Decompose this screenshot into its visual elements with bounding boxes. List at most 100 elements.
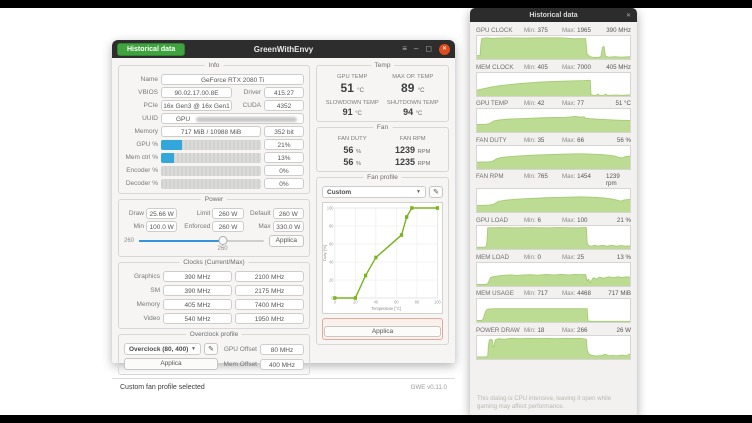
- history-min: Min: 0: [524, 254, 562, 261]
- minimize-icon[interactable]: –: [414, 45, 418, 53]
- power-slider-handle[interactable]: [218, 236, 227, 245]
- desktop: Historical data GreenWithEnvy ≡ – ◻ ✕ In…: [0, 0, 752, 423]
- fan-rpm-label: FAN RPM: [383, 136, 444, 142]
- max-op-temp-value: 89: [401, 81, 414, 95]
- edit-overclock-profile-icon[interactable]: ✎: [204, 343, 218, 355]
- fan-profile-dropdown[interactable]: Custom ▼: [322, 186, 426, 198]
- power-draw-value: 25.66 W: [146, 208, 177, 219]
- clock-memory-max: 7400 MHz: [235, 299, 304, 310]
- history-sparkline: [476, 298, 631, 323]
- history-chart-row: GPU CLOCK Min: 375 Max: 1965 390 MHz: [476, 27, 631, 60]
- history-current-value: 26 W: [617, 327, 631, 334]
- power-limit-label: Limit: [179, 210, 210, 217]
- maximize-icon[interactable]: ◻: [425, 45, 432, 53]
- history-chart-title: GPU LOAD: [476, 217, 524, 224]
- mem-ctrl-progressbar: [161, 153, 261, 163]
- svg-text:20: 20: [353, 299, 358, 304]
- history-min: Min: 405: [524, 64, 562, 71]
- clocks-section: Clocks (Current/Max) Graphics 390 MHz 21…: [118, 262, 310, 329]
- history-chart-row: GPU TEMP Min: 42 Max: 77 51 °C: [476, 100, 631, 133]
- power-default-label: Default: [246, 210, 271, 217]
- fan2-rpm-value: 1235: [395, 157, 415, 167]
- edit-fan-profile-icon[interactable]: ✎: [429, 186, 443, 198]
- svg-text:60: 60: [329, 241, 334, 246]
- overclock-section: Overclock profile Overclock (80, 400) ▼ …: [118, 334, 310, 375]
- history-max: Max: 1454: [562, 173, 606, 180]
- history-max: Max: 77: [562, 100, 606, 107]
- power-apply-button[interactable]: Applica: [269, 235, 304, 247]
- close-icon[interactable]: ✕: [626, 12, 631, 19]
- history-chart-title: MEM CLOCK: [476, 64, 524, 71]
- clock-sm-max: 2175 MHz: [235, 285, 304, 296]
- history-min: Min: 717: [524, 290, 562, 297]
- overclock-profile-dropdown[interactable]: Overclock (80, 400) ▼: [124, 343, 201, 355]
- temp-section: Temp GPU TEMP 51 °C MAX OP. TEMP 89 °C S…: [316, 65, 449, 122]
- fan1-duty-value: 56: [343, 145, 353, 155]
- slowdown-temp-label: SLOWDOWN TEMP: [322, 100, 383, 106]
- max-op-temp-label: MAX OP. TEMP: [383, 74, 444, 80]
- fan-profile-value: Custom: [327, 189, 351, 196]
- history-sparkline: [476, 225, 631, 250]
- history-chart-row: FAN DUTY Min: 35 Max: 66 56 %: [476, 137, 631, 170]
- menu-icon[interactable]: ≡: [402, 45, 407, 53]
- fan1-rpm-unit: RPM: [418, 149, 431, 155]
- gpu-temp-label: GPU TEMP: [322, 74, 383, 80]
- history-chart-title: GPU TEMP: [476, 100, 524, 107]
- history-current-value: 405 MHz: [606, 64, 631, 71]
- letterbox-top: [0, 0, 752, 8]
- history-chart-row: POWER DRAW Min: 18 Max: 266 26 W: [476, 327, 631, 360]
- historical-data-button[interactable]: Historical data: [117, 43, 185, 56]
- gpu-temp-unit: °C: [357, 88, 364, 94]
- cuda-label: CUDA: [235, 102, 261, 109]
- history-window-title: Historical data: [529, 12, 577, 19]
- main-window: Historical data GreenWithEnvy ≡ – ◻ ✕ In…: [112, 40, 455, 363]
- history-current-value: 13 %: [617, 254, 631, 261]
- history-sparkline: [476, 188, 631, 213]
- gpu-offset-value: 80 MHz: [260, 344, 304, 355]
- power-slider-value: 260: [218, 246, 228, 252]
- svg-text:80: 80: [415, 299, 420, 304]
- svg-text:Temperature [°C]: Temperature [°C]: [371, 306, 400, 311]
- svg-text:40: 40: [329, 259, 334, 264]
- gpu-util-label: GPU %: [124, 141, 158, 148]
- history-sparkline: [476, 262, 631, 287]
- history-chart-row: GPU LOAD Min: 6 Max: 100 21 %: [476, 217, 631, 250]
- fan2-rpm-unit: RPM: [418, 161, 431, 167]
- pcie-label: PCIe: [124, 102, 158, 109]
- fan-profile-legend: Fan profile: [363, 174, 402, 181]
- history-chart-row: MEM LOAD Min: 0 Max: 25 13 %: [476, 254, 631, 287]
- svg-text:80: 80: [329, 223, 334, 228]
- gpu-name-value: GeForce RTX 2080 Ti: [161, 74, 304, 85]
- history-chart-row: MEM CLOCK Min: 405 Max: 7000 405 MHz: [476, 64, 631, 97]
- history-sparkline: [476, 108, 631, 133]
- power-limit-slider[interactable]: 260: [139, 235, 264, 252]
- memory-usage-value: 717 MiB / 10988 MiB: [161, 126, 261, 137]
- max-op-temp-unit: °C: [418, 88, 425, 94]
- gpu-temp-value: 51: [341, 81, 354, 95]
- history-chart-title: FAN RPM: [476, 173, 524, 180]
- history-max: Max: 4468: [562, 290, 606, 297]
- driver-value: 415.27: [264, 87, 304, 98]
- history-chart-title: MEM USAGE: [476, 290, 524, 297]
- svg-text:20: 20: [329, 277, 334, 282]
- main-titlebar: Historical data GreenWithEnvy ≡ – ◻ ✕: [112, 40, 455, 58]
- fan-profile-apply-button[interactable]: Applica: [324, 326, 441, 337]
- fan1-duty-unit: %: [356, 149, 361, 155]
- history-chart-title: POWER DRAW: [476, 327, 524, 334]
- power-min-value: 100.0 W: [146, 221, 177, 232]
- clock-memory-label: Memory: [124, 301, 160, 308]
- history-current-value: 1239 rpm: [606, 173, 631, 187]
- fan-profile-section: Fan profile Custom ▼ ✎ 02040608010002040…: [316, 177, 449, 345]
- clock-video-max: 1950 MHz: [235, 313, 304, 324]
- gpu-util-progressbar: [161, 140, 261, 150]
- clock-video-current: 540 MHz: [163, 313, 232, 324]
- close-icon[interactable]: ✕: [439, 44, 450, 55]
- overclock-apply-button[interactable]: Applica: [124, 358, 218, 370]
- clock-graphics-max: 2100 MHz: [235, 271, 304, 282]
- history-min: Min: 375: [524, 27, 562, 34]
- svg-text:40: 40: [374, 299, 379, 304]
- power-max-value: 330.0 W: [273, 221, 304, 232]
- mem-offset-label: Mem Offset: [221, 361, 257, 368]
- status-message: Custom fan profile selected: [120, 384, 205, 391]
- encoder-value: 0%: [264, 165, 304, 176]
